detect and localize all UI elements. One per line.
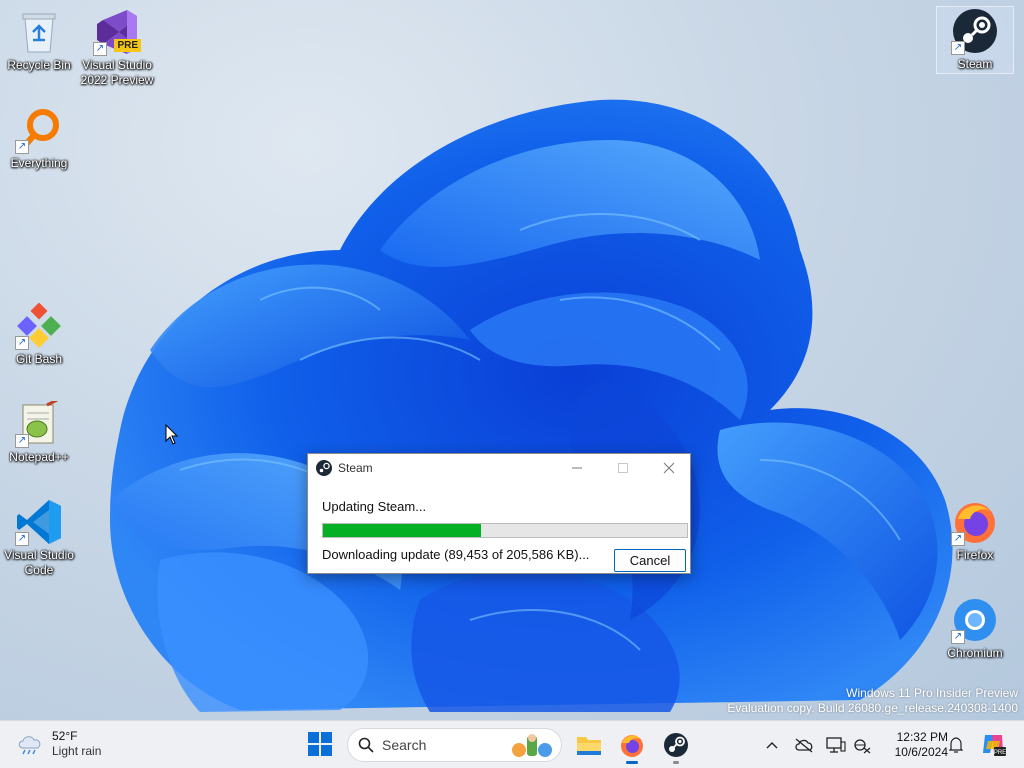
- taskbar-firefox[interactable]: [616, 729, 648, 764]
- taskbar-clock[interactable]: 12:32 PM 10/6/2024: [872, 730, 948, 760]
- vscode-icon: ↗: [15, 498, 63, 546]
- watermark-build: Evaluation copy. Build 26080.ge_release.…: [727, 701, 1018, 715]
- shortcut-arrow-icon: ↗: [93, 42, 107, 56]
- desktop-icon-label: Everything: [10, 156, 68, 170]
- weather-condition: Light rain: [52, 744, 102, 758]
- windows-logo-icon: [308, 732, 332, 756]
- steam-update-dialog: Steam Updating Steam... Downloading upda…: [307, 453, 691, 574]
- tray-display[interactable]: [826, 735, 846, 755]
- search-highlight-icon: [512, 734, 552, 757]
- svg-text:PRE: PRE: [994, 750, 1006, 756]
- update-status-text: Updating Steam...: [322, 499, 427, 514]
- desktop-icon-git-bash[interactable]: ↗ Git Bash: [0, 302, 78, 367]
- maximize-icon: [618, 463, 628, 473]
- progress-bar-fill: [323, 524, 482, 537]
- running-indicator: [626, 761, 638, 764]
- firefox-icon: ↗: [951, 498, 999, 546]
- maximize-button[interactable]: [600, 454, 646, 482]
- search-label: Search: [382, 737, 427, 753]
- onedrive-offline-icon: [795, 738, 813, 753]
- weather-widget[interactable]: 52°F Light rain: [16, 729, 101, 759]
- shortcut-arrow-icon: ↗: [15, 140, 29, 154]
- recycle-bin-icon: [15, 8, 63, 56]
- desktop-icon-steam[interactable]: ↗ Steam: [936, 6, 1014, 74]
- watermark-edition: Windows 11 Pro Insider Preview: [846, 686, 1018, 700]
- notifications-button[interactable]: [946, 735, 966, 755]
- desktop-icon-label: Firefox: [956, 548, 994, 562]
- git-bash-icon: ↗: [15, 302, 63, 350]
- desktop-icon-chromium[interactable]: ↗ Chromium: [936, 596, 1014, 661]
- close-button[interactable]: [646, 454, 692, 482]
- shortcut-arrow-icon: ↗: [951, 532, 965, 546]
- steam-icon: ↗: [951, 7, 999, 55]
- mouse-cursor-icon: [165, 424, 179, 445]
- desktop-icon-label: Git Bash: [15, 352, 63, 366]
- desktop[interactable]: Recycle Bin PRE ↗ Visual Studio 2022 Pre…: [0, 0, 1024, 720]
- everything-search-icon: ↗: [15, 106, 63, 154]
- bell-icon: [949, 737, 963, 753]
- weather-temperature: 52°F: [52, 729, 78, 743]
- notepad-plus-plus-icon: ↗: [15, 400, 63, 448]
- taskbar-steam[interactable]: [660, 729, 692, 764]
- desktop-icon-vscode[interactable]: ↗ Visual Studio Code: [0, 498, 78, 578]
- dialog-titlebar[interactable]: Steam: [308, 454, 690, 482]
- running-indicator: [673, 761, 679, 764]
- copilot-button[interactable]: PRE: [980, 731, 1006, 757]
- visual-studio-icon: PRE ↗: [93, 8, 141, 56]
- shortcut-arrow-icon: ↗: [951, 630, 965, 644]
- download-detail-text: Downloading update (89,453 of 205,586 KB…: [322, 547, 590, 562]
- clock-time: 12:32 PM: [896, 730, 948, 744]
- taskbar-file-explorer[interactable]: [573, 729, 605, 761]
- start-button[interactable]: [307, 731, 335, 759]
- desktop-icon-recycle-bin[interactable]: Recycle Bin: [0, 8, 78, 73]
- shortcut-arrow-icon: ↗: [15, 336, 29, 350]
- close-icon: [663, 462, 675, 474]
- display-icon: [826, 737, 846, 753]
- desktop-icon-label: Steam: [957, 57, 993, 71]
- search-icon: [358, 737, 374, 753]
- dialog-title: Steam: [338, 461, 373, 475]
- shortcut-arrow-icon: ↗: [951, 41, 965, 55]
- update-progress-bar: [322, 523, 688, 538]
- file-explorer-icon: [577, 737, 601, 755]
- chromium-icon: ↗: [951, 596, 999, 644]
- shortcut-arrow-icon: ↗: [15, 434, 29, 448]
- windows-watermark: Windows 11 Pro Insider Preview Evaluatio…: [727, 686, 1018, 716]
- clock-date: 10/6/2024: [894, 745, 948, 759]
- network-icon: [854, 739, 871, 754]
- show-hidden-icons-button[interactable]: [762, 735, 782, 755]
- desktop-icon-label: Chromium: [947, 646, 1003, 660]
- desktop-icon-label: Visual Studio 2022 Preview: [80, 58, 154, 87]
- shortcut-arrow-icon: ↗: [15, 532, 29, 546]
- wallpaper-bloom: [110, 99, 953, 712]
- copilot-icon: PRE: [983, 735, 1006, 756]
- desktop-icon-everything[interactable]: ↗ Everything: [0, 106, 78, 171]
- desktop-icon-label: Visual Studio Code: [4, 548, 74, 577]
- desktop-icon-notepad-plus-plus[interactable]: ↗ Notepad++: [0, 400, 78, 465]
- desktop-icon-visual-studio[interactable]: PRE ↗ Visual Studio 2022 Preview: [78, 8, 156, 88]
- minimize-button[interactable]: [554, 454, 600, 482]
- preview-badge: PRE: [114, 39, 141, 52]
- taskbar-search-box[interactable]: Search: [347, 728, 562, 762]
- desktop-icon-label: Recycle Bin: [7, 58, 71, 72]
- steam-icon: [664, 733, 688, 757]
- firefox-icon: [621, 735, 643, 757]
- tray-network[interactable]: [852, 735, 872, 755]
- taskbar: 52°F Light rain Search 12:32 PM 10/6/202…: [0, 720, 1024, 768]
- desktop-icon-label: Notepad++: [9, 450, 69, 464]
- tray-onedrive[interactable]: [794, 735, 814, 755]
- minimize-icon: [572, 467, 582, 469]
- steam-icon: [316, 460, 332, 476]
- rain-cloud-icon: [18, 736, 41, 755]
- desktop-icon-firefox[interactable]: ↗ Firefox: [936, 498, 1014, 563]
- chevron-up-icon: [766, 742, 778, 749]
- cancel-button[interactable]: Cancel: [614, 549, 686, 572]
